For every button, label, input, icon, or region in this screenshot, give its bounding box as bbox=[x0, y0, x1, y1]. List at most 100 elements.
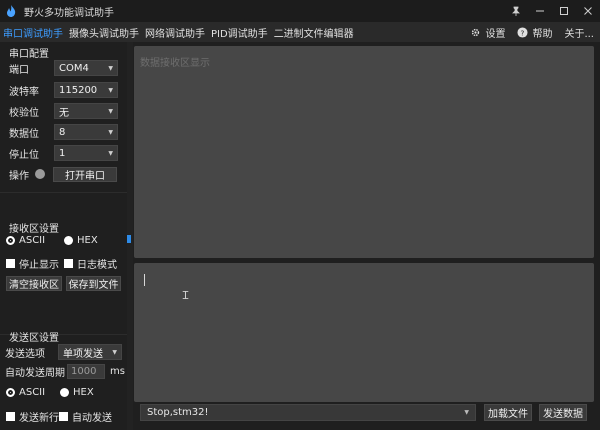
recv-ascii-label: ASCII bbox=[19, 235, 46, 246]
recv-hex-label: HEX bbox=[77, 235, 98, 246]
recv-hex-radio[interactable]: HEX bbox=[64, 235, 98, 246]
help-icon: ? bbox=[517, 26, 528, 38]
tab-camera-assistant[interactable]: 摄像头调试助手 bbox=[66, 22, 142, 42]
radio-selected-icon bbox=[6, 236, 15, 245]
maximize-icon bbox=[560, 7, 568, 15]
load-file-button[interactable]: 加载文件 bbox=[484, 404, 532, 421]
maximize-button[interactable] bbox=[552, 0, 576, 22]
flame-logo-icon bbox=[7, 5, 16, 17]
serial-config-title: 串口配置 bbox=[9, 49, 49, 60]
tab-pid-assistant[interactable]: PID调试助手 bbox=[208, 22, 271, 42]
save-to-file-button[interactable]: 保存到文件 bbox=[66, 276, 121, 291]
auto-period-row: 自动发送周期 1000 ms bbox=[5, 364, 125, 379]
send-data-button[interactable]: 发送数据 bbox=[539, 404, 587, 421]
chevron-down-icon: ▼ bbox=[108, 64, 113, 72]
databits-label: 数据位 bbox=[9, 128, 39, 140]
menu-bar: 串口调试助手 摄像头调试助手 网络调试助手 PID调试助手 二进制文件编辑器 设… bbox=[0, 22, 600, 42]
parity-label: 校验位 bbox=[9, 107, 39, 119]
baud-select[interactable]: 115200 ▼ bbox=[54, 82, 118, 98]
chevron-down-icon: ▼ bbox=[108, 86, 113, 94]
stop-display-label: 停止显示 bbox=[19, 260, 59, 271]
left-config-panel: 串口配置 端口 COM4 ▼ 波特率 115200 ▼ 校验位 无 ▼ 数据位 8 ▼ … bbox=[0, 42, 127, 430]
minimize-button[interactable] bbox=[528, 0, 552, 22]
clear-recv-button[interactable]: 清空接收区 bbox=[6, 276, 62, 291]
stop-display-checkbox[interactable]: 停止显示 bbox=[6, 256, 59, 271]
chevron-down-icon: ▼ bbox=[108, 107, 113, 115]
auto-send-checkbox[interactable]: 自动发送 bbox=[59, 409, 112, 424]
operation-label: 操作 bbox=[9, 170, 29, 182]
log-mode-checkbox[interactable]: 日志模式 bbox=[64, 256, 117, 271]
chevron-down-icon: ▼ bbox=[464, 409, 469, 416]
recv-settings-title: 接收区设置 bbox=[9, 224, 59, 235]
title-bar: 野火多功能调试助手 bbox=[0, 0, 600, 22]
checkbox-icon bbox=[64, 259, 73, 268]
port-value: COM4 bbox=[59, 62, 89, 74]
stopbits-select[interactable]: 1 ▼ bbox=[54, 145, 118, 161]
auto-period-label: 自动发送周期 bbox=[5, 368, 65, 379]
svg-text:?: ? bbox=[521, 28, 525, 37]
receive-text-area[interactable]: 数据接收区显示 bbox=[134, 46, 594, 258]
baud-label: 波特率 bbox=[9, 86, 39, 98]
gear-icon bbox=[472, 28, 480, 36]
send-newline-checkbox[interactable]: 发送新行 bbox=[6, 409, 59, 424]
close-button[interactable] bbox=[576, 0, 600, 22]
receive-placeholder: 数据接收区显示 bbox=[140, 58, 210, 69]
tab-network-assistant[interactable]: 网络调试助手 bbox=[142, 22, 208, 42]
open-port-button[interactable]: 打开串口 bbox=[53, 166, 117, 182]
ibeam-cursor-icon: Ｉ bbox=[180, 289, 191, 302]
radio-unselected-icon bbox=[60, 388, 69, 397]
send-ascii-label: ASCII bbox=[19, 387, 46, 398]
log-mode-label: 日志模式 bbox=[77, 260, 117, 271]
send-option-value: 单项发送 bbox=[63, 348, 103, 360]
baud-row: 波特率 115200 ▼ bbox=[9, 82, 121, 98]
port-select[interactable]: COM4 ▼ bbox=[54, 60, 118, 76]
radio-selected-icon bbox=[6, 388, 15, 397]
auto-period-unit: ms bbox=[110, 366, 125, 377]
checkbox-icon bbox=[59, 412, 68, 421]
pin-button[interactable] bbox=[504, 0, 528, 22]
window-title: 野火多功能调试助手 bbox=[24, 7, 114, 19]
settings-button[interactable]: 设置 bbox=[464, 22, 511, 42]
splitter-handle[interactable] bbox=[127, 235, 131, 243]
stopbits-row: 停止位 1 ▼ bbox=[9, 145, 121, 161]
parity-select[interactable]: 无 ▼ bbox=[54, 103, 118, 119]
help-button[interactable]: ? 帮助 bbox=[511, 22, 558, 42]
parity-value: 无 bbox=[59, 107, 69, 119]
tab-binary-editor[interactable]: 二进制文件编辑器 bbox=[271, 22, 357, 42]
stopbits-value: 1 bbox=[59, 147, 66, 159]
databits-row: 数据位 8 ▼ bbox=[9, 124, 121, 140]
send-hex-label: HEX bbox=[73, 387, 94, 398]
pin-icon bbox=[512, 6, 520, 16]
panel-splitter[interactable] bbox=[127, 42, 133, 430]
send-bar: Stop,stm32! ▼ 加载文件 发送数据 bbox=[134, 402, 594, 424]
checkbox-icon bbox=[6, 259, 15, 268]
send-ascii-radio[interactable]: ASCII bbox=[6, 387, 45, 398]
send-text-area[interactable]: Ｉ bbox=[134, 263, 594, 402]
send-option-label: 发送选项 bbox=[5, 348, 45, 360]
auto-send-label: 自动发送 bbox=[72, 413, 112, 424]
auto-period-input[interactable]: 1000 bbox=[67, 364, 105, 379]
parity-row: 校验位 无 ▼ bbox=[9, 103, 121, 119]
checkbox-icon bbox=[6, 412, 15, 421]
radio-unselected-icon bbox=[64, 236, 73, 245]
tab-serial-assistant[interactable]: 串口调试助手 bbox=[0, 22, 66, 42]
send-history-combo[interactable]: Stop,stm32! ▼ bbox=[140, 404, 476, 421]
chevron-down-icon: ▼ bbox=[108, 128, 113, 136]
connection-status-indicator bbox=[35, 169, 45, 179]
operation-row: 操作 打开串口 bbox=[9, 166, 121, 182]
databits-value: 8 bbox=[59, 126, 66, 138]
send-option-select[interactable]: 单项发送 ▼ bbox=[58, 344, 122, 360]
chevron-down-icon: ▼ bbox=[108, 149, 113, 157]
send-option-row: 发送选项 单项发送 ▼ bbox=[5, 344, 122, 360]
send-hex-radio[interactable]: HEX bbox=[60, 387, 94, 398]
close-icon bbox=[584, 7, 592, 15]
recv-ascii-radio[interactable]: ASCII bbox=[6, 235, 45, 246]
text-caret bbox=[144, 274, 145, 286]
settings-label: 设置 bbox=[485, 28, 506, 40]
minimize-icon bbox=[536, 10, 544, 12]
stopbits-label: 停止位 bbox=[9, 149, 39, 161]
about-button[interactable]: 关于... bbox=[558, 22, 600, 42]
databits-select[interactable]: 8 ▼ bbox=[54, 124, 118, 140]
send-settings-title: 发送区设置 bbox=[9, 333, 59, 344]
send-history-value: Stop,stm32! bbox=[147, 407, 209, 418]
